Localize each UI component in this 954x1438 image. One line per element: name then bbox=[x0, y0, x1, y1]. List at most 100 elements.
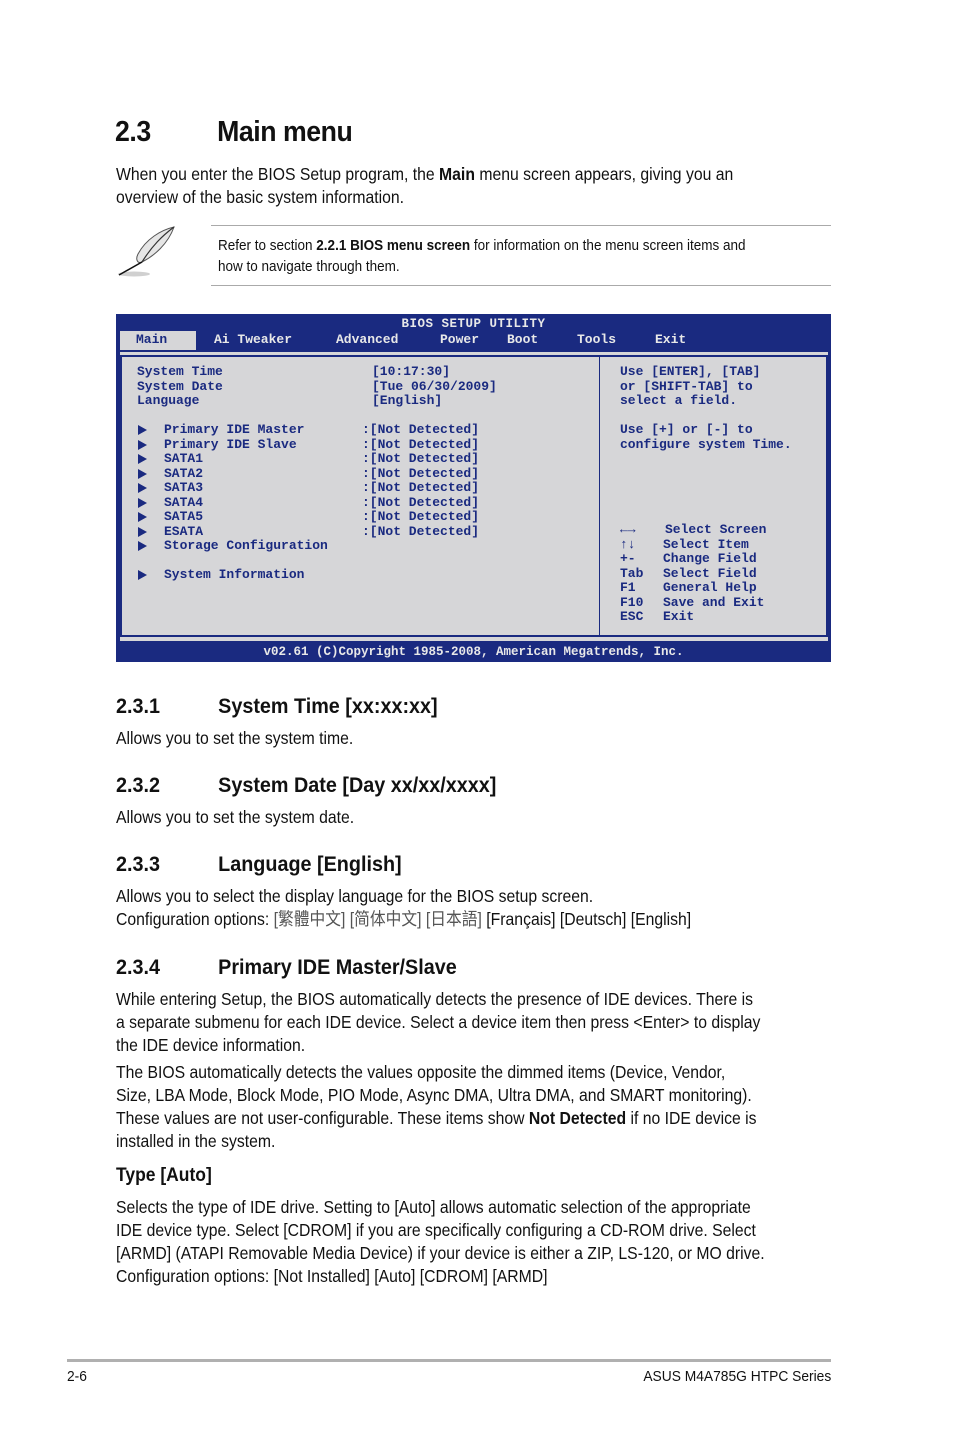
submenu-arrow-icon bbox=[138, 526, 147, 537]
bios-submenu-esata[interactable]: ESATA bbox=[164, 524, 203, 540]
type-auto-description: Selects the type of IDE drive. Setting t… bbox=[116, 1196, 765, 1288]
primary-ide-paragraph-1: While entering Setup, the BIOS automatic… bbox=[116, 988, 760, 1057]
bios-setting-system-time-label[interactable]: System Time bbox=[137, 364, 223, 380]
page-number: 2-6 bbox=[67, 1368, 87, 1385]
paragraph-line: Configuration options: [Not Installed] [… bbox=[116, 1266, 548, 1286]
submenu-arrow-icon bbox=[138, 454, 147, 464]
bios-setting-system-time-value[interactable]: [10:17:30] bbox=[372, 364, 450, 380]
bios-submenu-sata4[interactable]: SATA4 bbox=[164, 495, 203, 511]
text: These values are not user-configurable. … bbox=[116, 1108, 529, 1128]
subsection-heading-system-date: 2.3.2 System Date [Day xx/xx/xxxx] bbox=[116, 773, 496, 798]
key-left-right-arrows-icon: ←→ bbox=[620, 522, 636, 537]
feather-pen-icon bbox=[118, 226, 175, 277]
subsection-title: Primary IDE Master/Slave bbox=[218, 955, 457, 979]
product-name: ASUS M4A785G HTPC Series bbox=[643, 1368, 831, 1385]
key-action: Select Item bbox=[663, 536, 749, 552]
bios-screenshot: BIOS SETUP UTILITY Main Ai Tweaker Advan… bbox=[116, 314, 831, 662]
intro-text-end: menu screen appears, giving you an bbox=[474, 164, 734, 184]
intro-bold: Main bbox=[439, 164, 475, 184]
bios-submenu-value: :[Not Detected] bbox=[362, 436, 480, 452]
key-action: General Help bbox=[663, 580, 757, 595]
options-label: Configuration options: bbox=[116, 909, 274, 929]
bios-submenu-primary-ide-master[interactable]: Primary IDE Master bbox=[164, 422, 304, 438]
bios-setting-system-date-label[interactable]: System Date bbox=[137, 379, 223, 395]
footer-rule bbox=[67, 1359, 831, 1362]
key-label: F10 bbox=[620, 594, 644, 610]
subsection-number: 2.3.3 bbox=[116, 852, 161, 876]
bios-submenu-system-information[interactable]: System Information bbox=[164, 567, 304, 583]
note-top-rule bbox=[211, 225, 831, 226]
option-traditional-chinese: [繁體中文] bbox=[273, 909, 346, 929]
note-text-end: for information on the menu screen items… bbox=[470, 237, 746, 254]
option-latin-languages: [Français] [Deutsch] [English] bbox=[486, 909, 692, 929]
bios-tab-bar: Main Ai Tweaker Advanced Power Boot Tool… bbox=[120, 331, 715, 351]
bios-setting-system-date-value[interactable]: [Tue 06/30/2009] bbox=[372, 379, 497, 395]
bios-main-panel: System Time [10:17:30] System Date [Tue … bbox=[120, 352, 828, 641]
paragraph-line: While entering Setup, the BIOS automatic… bbox=[116, 989, 754, 1009]
key-action: Select Field bbox=[663, 565, 757, 581]
section-number: 2.3 bbox=[115, 116, 151, 148]
note-bottom-rule bbox=[211, 285, 831, 286]
bios-setting-language-label[interactable]: Language bbox=[137, 393, 199, 409]
bios-tab-main[interactable]: Main bbox=[120, 331, 196, 350]
bios-submenu-storage-configuration[interactable]: Storage Configuration bbox=[164, 538, 328, 554]
subsection-number: 2.3.4 bbox=[116, 955, 161, 979]
bios-submenu-value: :[Not Detected] bbox=[362, 509, 480, 524]
bios-submenu-primary-ide-slave[interactable]: Primary IDE Slave bbox=[164, 437, 297, 453]
primary-ide-paragraph-2: The BIOS automatically detects the value… bbox=[116, 1061, 757, 1153]
bios-submenu-sata5[interactable]: SATA5 bbox=[164, 509, 203, 525]
section-title: 2.3 Main menu bbox=[115, 116, 353, 149]
paragraph-line: The BIOS automatically detects the value… bbox=[116, 1062, 726, 1082]
note-text: Refer to section 2.2.1 BIOS menu screen … bbox=[218, 236, 746, 277]
bios-setting-language-value[interactable]: [English] bbox=[372, 393, 442, 409]
bios-tab-tools[interactable]: Tools bbox=[577, 331, 655, 350]
language-text: Allows you to select the display languag… bbox=[116, 886, 594, 906]
bios-tab-boot[interactable]: Boot bbox=[507, 331, 577, 350]
bios-copyright: v02.61 (C)Copyright 1985-2008, American … bbox=[263, 645, 684, 659]
bios-title: BIOS SETUP UTILITY bbox=[401, 317, 546, 331]
intro-line2: overview of the basic system information… bbox=[116, 187, 404, 207]
bios-submenu-value: :[Not Detected] bbox=[362, 480, 480, 495]
key-up-down-arrows-icon: ↑↓ bbox=[620, 536, 636, 552]
option-japanese: [日本語] bbox=[425, 909, 482, 929]
paragraph-line: IDE device type. Select [CDROM] if you a… bbox=[116, 1220, 756, 1240]
subsection-number: 2.3.1 bbox=[116, 694, 161, 718]
key-label: F1 bbox=[620, 580, 636, 595]
bios-submenu-value: :[Not Detected] bbox=[362, 494, 480, 510]
bios-panel-divider bbox=[599, 357, 600, 635]
subsection-heading-language: 2.3.3 Language [English] bbox=[116, 852, 402, 877]
submenu-arrow-icon bbox=[138, 512, 147, 522]
bios-submenu-value: :[Not Detected] bbox=[362, 451, 480, 466]
bios-submenu-value: :[Not Detected] bbox=[362, 422, 480, 437]
key-action: Exit bbox=[663, 609, 695, 624]
subsection-heading-system-time: 2.3.1 System Time [xx:xx:xx] bbox=[116, 694, 438, 719]
bios-tab-advanced[interactable]: Advanced bbox=[317, 331, 421, 350]
intro-paragraph: When you enter the BIOS Setup program, t… bbox=[116, 163, 733, 209]
paragraph-line: These values are not user-configurable. … bbox=[116, 1107, 757, 1130]
paragraph-line: the IDE device information. bbox=[116, 1035, 306, 1055]
type-auto-heading: Type [Auto] bbox=[116, 1165, 212, 1186]
section-title-text: Main menu bbox=[217, 116, 353, 148]
note-text-start: Refer to section bbox=[218, 237, 317, 254]
bios-tab-ai-tweaker[interactable]: Ai Tweaker bbox=[196, 331, 317, 350]
submenu-arrow-icon bbox=[138, 570, 147, 580]
subsection-title: System Time [xx:xx:xx] bbox=[218, 694, 438, 718]
submenu-arrow-icon bbox=[138, 541, 147, 551]
bios-tab-power[interactable]: Power bbox=[421, 331, 507, 350]
bios-tab-exit[interactable]: Exit bbox=[655, 331, 715, 350]
paragraph-line: installed in the system. bbox=[116, 1131, 276, 1151]
bios-help-line: configure system Time. bbox=[620, 436, 792, 452]
paragraph-line: a separate submenu for each IDE device. … bbox=[116, 1012, 761, 1032]
submenu-arrow-icon bbox=[138, 468, 147, 479]
bios-help-line: Use [+] or [-] to bbox=[620, 422, 753, 437]
note-section-link[interactable]: 2.2.1 BIOS menu screen bbox=[316, 237, 470, 254]
submenu-arrow-icon bbox=[138, 497, 147, 508]
system-time-description: Allows you to set the system time. bbox=[116, 728, 354, 748]
paragraph-line: Size, LBA Mode, Block Mode, PIO Mode, As… bbox=[116, 1085, 752, 1105]
subsection-title: System Date [Day xx/xx/xxxx] bbox=[218, 773, 497, 797]
bios-submenu-sata2[interactable]: SATA2 bbox=[164, 466, 203, 482]
bios-submenu-sata3[interactable]: SATA3 bbox=[164, 480, 203, 496]
bold-text: Not Detected bbox=[528, 1108, 627, 1128]
key-label: +- bbox=[620, 551, 636, 566]
bios-submenu-sata1[interactable]: SATA1 bbox=[164, 451, 203, 467]
